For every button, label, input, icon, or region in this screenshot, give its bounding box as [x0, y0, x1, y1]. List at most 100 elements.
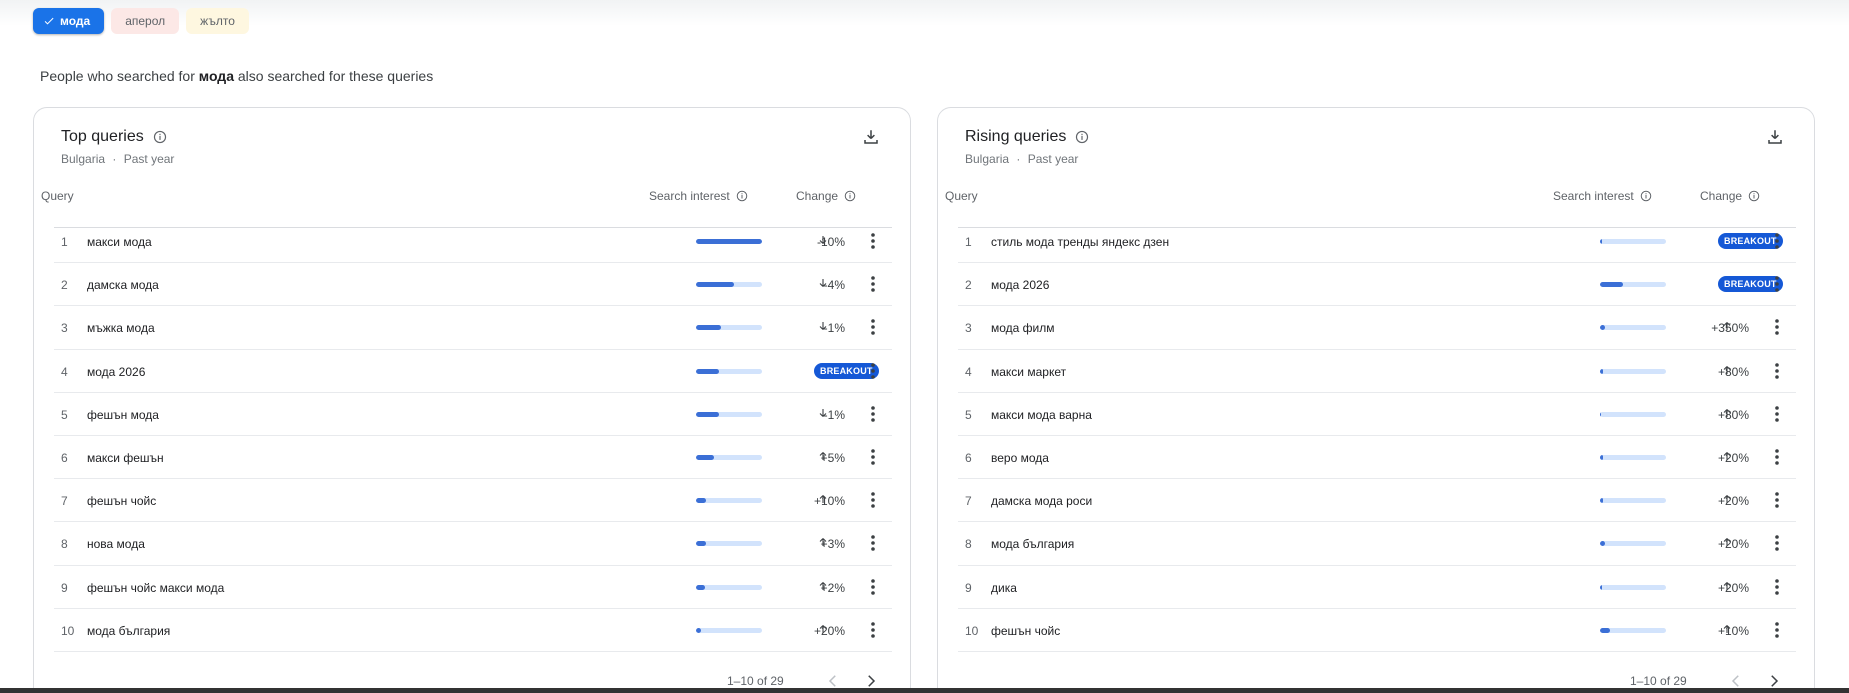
- search-interest-fill: [696, 498, 706, 504]
- row-query[interactable]: дамска мода роси: [991, 494, 1092, 508]
- chip-moda[interactable]: мода: [33, 8, 105, 34]
- row-query[interactable]: макси мода: [87, 235, 152, 249]
- row-query[interactable]: фешън чойс: [87, 494, 156, 508]
- table-row[interactable]: 10 мода българия +20%: [54, 609, 892, 652]
- download-icon[interactable]: [1766, 128, 1784, 151]
- change-value: -1%: [823, 407, 845, 422]
- info-icon[interactable]: [153, 130, 167, 144]
- more-vert-icon[interactable]: [1769, 491, 1785, 512]
- search-interest-fill: [696, 325, 722, 331]
- search-interest-fill: [1600, 411, 1602, 417]
- table-row[interactable]: 1 стиль мода тренды яндекс дзен BREAKOUT: [958, 220, 1796, 264]
- top-queries-rows: 1 макси мода -10% 2 дамска мода -4% 3 мъжка мод…: [54, 220, 892, 652]
- info-icon[interactable]: [1075, 130, 1089, 144]
- row-query[interactable]: фешън чойс: [991, 624, 1060, 638]
- row-query[interactable]: дика: [991, 581, 1017, 595]
- chip-zhalto[interactable]: жълто: [186, 8, 249, 34]
- table-row[interactable]: 9 дика +20%: [958, 566, 1796, 609]
- row-query[interactable]: веро мода: [991, 451, 1049, 465]
- row-query[interactable]: мода филм: [991, 321, 1055, 335]
- download-icon[interactable]: [862, 128, 880, 151]
- search-interest-fill: [696, 282, 735, 288]
- table-row[interactable]: 4 макси маркет +80%: [958, 350, 1796, 393]
- table-row[interactable]: 9 фешън чойс макси мода +2%: [54, 566, 892, 609]
- search-interest-bar: [1600, 541, 1666, 547]
- search-interest-bar: [696, 282, 762, 288]
- more-vert-icon[interactable]: [865, 318, 881, 339]
- column-label: Search interest: [1553, 189, 1634, 203]
- row-rank: 10: [965, 623, 979, 638]
- more-vert-icon[interactable]: [1769, 578, 1785, 599]
- info-icon[interactable]: [844, 190, 856, 202]
- table-row[interactable]: 8 нова мода +3%: [54, 522, 892, 566]
- row-query[interactable]: фешън мода: [87, 408, 159, 422]
- more-vert-icon[interactable]: [1769, 232, 1785, 253]
- column-change: Change: [796, 189, 856, 203]
- more-vert-icon[interactable]: [865, 448, 881, 469]
- more-vert-icon[interactable]: [865, 405, 881, 426]
- row-rank: 10: [61, 623, 75, 638]
- more-vert-icon[interactable]: [1769, 275, 1785, 296]
- info-icon[interactable]: [1640, 190, 1652, 202]
- row-query[interactable]: нова мода: [87, 537, 145, 551]
- change-value: +5%: [820, 450, 845, 465]
- row-rank: 8: [61, 537, 68, 552]
- table-row[interactable]: 3 мода филм +350%: [958, 306, 1796, 350]
- chip-aperol[interactable]: аперол: [111, 8, 180, 34]
- table-row[interactable]: 5 макси мода варна +80%: [958, 393, 1796, 436]
- pagination: 1–10 of 29: [1630, 674, 1779, 688]
- table-row[interactable]: 3 мъжка мода -1%: [54, 306, 892, 350]
- row-query[interactable]: мода 2026: [87, 365, 145, 379]
- row-query[interactable]: мода българия: [87, 624, 170, 638]
- row-query[interactable]: дамска мода: [87, 278, 159, 292]
- table-row[interactable]: 2 мода 2026 BREAKOUT: [958, 263, 1796, 307]
- info-icon[interactable]: [736, 190, 748, 202]
- row-query[interactable]: мода българия: [991, 537, 1074, 551]
- column-label: Change: [1700, 189, 1743, 203]
- table-row[interactable]: 6 веро мода +20%: [958, 436, 1796, 480]
- table-row[interactable]: 1 макси мода -10%: [54, 220, 892, 264]
- more-vert-icon[interactable]: [865, 275, 881, 296]
- table-row[interactable]: 5 фешън мода -1%: [54, 393, 892, 436]
- table-row[interactable]: 7 дамска мода роси +20%: [958, 479, 1796, 523]
- more-vert-icon[interactable]: [1769, 405, 1785, 426]
- row-rank: 3: [965, 321, 972, 336]
- separator: ·: [112, 152, 117, 166]
- more-vert-icon[interactable]: [865, 534, 881, 555]
- table-header-line: [54, 168, 892, 228]
- row-rank: 6: [965, 450, 972, 465]
- more-vert-icon[interactable]: [865, 578, 881, 599]
- top-fade: [0, 0, 1849, 26]
- table-row[interactable]: 2 дамска мода -4%: [54, 263, 892, 307]
- row-query[interactable]: стиль мода тренды яндекс дзен: [991, 235, 1169, 249]
- table-row[interactable]: 4 мода 2026 BREAKOUT: [54, 350, 892, 393]
- row-query[interactable]: макси фешън: [87, 451, 164, 465]
- more-vert-icon[interactable]: [865, 621, 881, 642]
- row-rank: 7: [965, 494, 972, 509]
- row-query[interactable]: мода 2026: [991, 278, 1049, 292]
- row-query[interactable]: мъжка мода: [87, 321, 155, 335]
- more-vert-icon[interactable]: [1769, 621, 1785, 642]
- table-row[interactable]: 8 мода българия +20%: [958, 522, 1796, 566]
- more-vert-icon[interactable]: [1769, 318, 1785, 339]
- more-vert-icon[interactable]: [865, 362, 881, 383]
- intro-after: also searched for these queries: [237, 68, 434, 84]
- table-row[interactable]: 6 макси фешън +5%: [54, 436, 892, 480]
- row-query[interactable]: макси маркет: [991, 365, 1066, 379]
- row-query[interactable]: макси мода варна: [991, 408, 1092, 422]
- column-query: Query: [945, 189, 978, 203]
- search-interest-fill: [1600, 498, 1603, 504]
- row-query[interactable]: фешън чойс макси мода: [87, 581, 224, 595]
- info-icon[interactable]: [1748, 190, 1760, 202]
- table-row[interactable]: 10 фешън чойс +10%: [958, 609, 1796, 652]
- search-interest-bar: [696, 368, 762, 374]
- more-vert-icon[interactable]: [1769, 448, 1785, 469]
- change-value: -1%: [823, 321, 845, 336]
- more-vert-icon[interactable]: [865, 232, 881, 253]
- row-rank: 2: [965, 278, 972, 293]
- more-vert-icon[interactable]: [1769, 362, 1785, 383]
- rising-queries-rows: 1 стиль мода тренды яндекс дзен BREAKOUT 2 м…: [958, 220, 1796, 652]
- more-vert-icon[interactable]: [865, 491, 881, 512]
- table-row[interactable]: 7 фешън чойс +10%: [54, 479, 892, 523]
- more-vert-icon[interactable]: [1769, 534, 1785, 555]
